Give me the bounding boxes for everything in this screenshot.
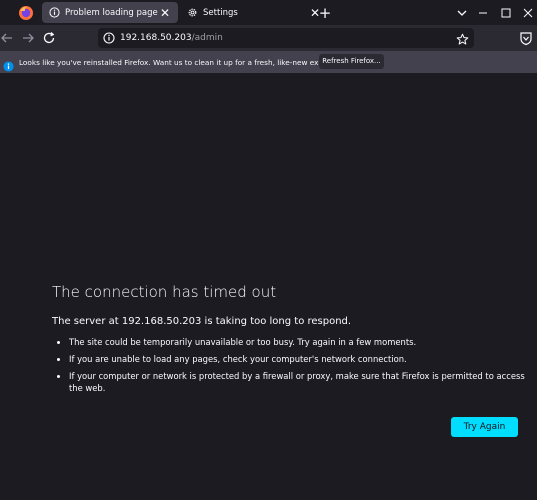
list-item: If your computer or network is protected…	[69, 371, 537, 394]
bookmark-star-icon[interactable]	[456, 31, 469, 45]
notification-text: Looks like you've reinstalled Firefox. W…	[19, 57, 355, 67]
close-icon[interactable]: ✕	[158, 6, 172, 20]
tab-problem-loading[interactable]: Problem loading page ✕	[42, 2, 178, 23]
error-subtitle: The server at 192.168.50.203 is taking t…	[52, 316, 352, 327]
url-bar[interactable]: 192.168.50.203/admin	[98, 28, 474, 48]
notification-bar: Looks like you've reinstalled Firefox. W…	[0, 51, 537, 73]
navigation-toolbar: 192.168.50.203/admin	[0, 25, 537, 51]
reload-icon[interactable]	[41, 30, 57, 46]
firefox-logo-icon[interactable]	[18, 5, 34, 21]
list-item: If you are unable to load any pages, che…	[69, 354, 537, 366]
tab-title: Problem loading page	[65, 7, 158, 18]
url-path: /admin	[191, 33, 223, 43]
close-window-button[interactable]	[520, 5, 536, 21]
info-icon[interactable]	[103, 32, 115, 44]
minimize-button[interactable]	[475, 5, 491, 21]
firefox-account-icon[interactable]	[518, 30, 534, 46]
refresh-firefox-button[interactable]: Refresh Firefox...	[319, 54, 384, 69]
url-host: 192.168.50.203	[120, 33, 192, 43]
tab-settings[interactable]: Settings ✕	[180, 2, 328, 23]
gear-icon	[187, 7, 198, 18]
list-item: The site could be temporarily unavailabl…	[69, 337, 537, 349]
new-tab-button[interactable]: +	[316, 4, 334, 22]
info-icon	[3, 57, 14, 72]
back-arrow-icon[interactable]	[0, 30, 15, 46]
forward-arrow-icon[interactable]	[20, 30, 36, 46]
error-title: The connection has timed out	[52, 283, 277, 301]
tab-title: Settings	[203, 7, 238, 18]
info-icon	[49, 7, 60, 18]
try-again-button[interactable]: Try Again	[451, 417, 518, 437]
error-suggestions-list: The site could be temporarily unavailabl…	[52, 337, 537, 400]
chevron-down-icon[interactable]	[454, 5, 470, 21]
tab-strip: Problem loading page ✕ Settings ✕ +	[0, 0, 537, 25]
maximize-button[interactable]	[498, 5, 514, 21]
